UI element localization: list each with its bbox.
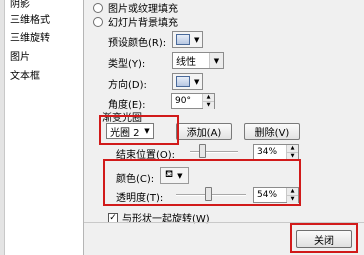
spin-buttons[interactable]: ▲ ▼ [286,145,298,160]
nav-item-shadow[interactable]: 阴影 [10,0,30,10]
angle-value[interactable]: 90° [172,96,202,106]
spin-buttons[interactable]: ▲ ▼ [202,94,214,109]
color-transparency-highlight [103,159,301,206]
chevron-down-icon: ▼ [194,35,200,44]
gradient-preset-swatch [176,34,190,45]
end-position-spinner[interactable]: 34% ▲ ▼ [253,144,299,160]
type-label: 类型(Y): [108,59,146,70]
direction-button[interactable]: ▼ [172,73,203,90]
type-select[interactable]: 线性 ▼ [172,52,224,69]
angle-spinner[interactable]: 90° ▲ ▼ [171,93,215,109]
preset-color-label: 预设颜色(R): [108,38,167,49]
slide-background-fill-option[interactable]: 幻灯片背景填充 [93,14,178,29]
direction-preview-icon [176,76,190,87]
nav-item-3d-rotation[interactable]: 三维旋转 [10,29,50,44]
end-position-slider-thumb[interactable] [199,144,206,158]
preset-color-button[interactable]: ▼ [172,31,203,48]
end-position-slider[interactable] [190,151,238,153]
add-stop-button[interactable]: 添加(A) [176,123,232,140]
end-position-value[interactable]: 34% [254,147,286,157]
radio-button[interactable] [93,16,103,27]
rotate-with-shape-checkbox[interactable]: ✓ [108,212,118,223]
spin-up-icon[interactable]: ▲ [287,145,298,152]
picture-texture-fill-label: 图片或纹理填充 [108,4,178,15]
category-list: 阴影 三维格式 三维旋转 图片 文本框 [0,0,84,255]
radio-button[interactable] [93,2,103,13]
nav-item-textbox[interactable]: 文本框 [10,67,40,82]
nav-item-picture[interactable]: 图片 [10,48,30,63]
delete-stop-button[interactable]: 删除(V) [244,123,300,140]
stop-select-highlight [99,115,179,145]
close-button-highlight [290,223,358,253]
slide-background-fill-label: 幻灯片背景填充 [108,18,178,29]
chevron-down-icon: ▼ [194,77,200,86]
spin-down-icon[interactable]: ▼ [203,101,214,109]
type-select-value: 线性 [176,57,196,68]
direction-label: 方向(D): [108,80,147,91]
picture-texture-fill-option[interactable]: 图片或纹理填充 [93,0,178,15]
chevron-down-icon: ▼ [209,53,223,68]
nav-item-3d-format[interactable]: 三维格式 [10,11,50,26]
pane-edge [0,0,5,255]
spin-up-icon[interactable]: ▲ [203,94,214,101]
